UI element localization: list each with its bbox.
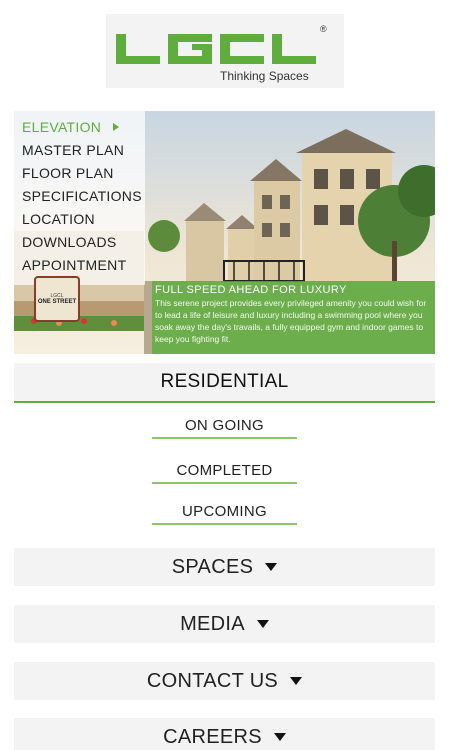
caret-down-icon bbox=[273, 733, 286, 741]
project-badge: LGCL ONE STREET bbox=[34, 276, 80, 322]
menu-item-label: ELEVATION bbox=[22, 118, 102, 135]
hero-caption: FULL SPEED AHEAD FOR LUXURY This serene … bbox=[152, 281, 435, 354]
menu-item-location[interactable]: LOCATION bbox=[14, 207, 145, 230]
logo-mark: ® Thinking Spaces bbox=[116, 24, 327, 83]
section-label: CONTACT US bbox=[146, 669, 279, 692]
hero-caption-body: This serene project provides every privi… bbox=[155, 298, 427, 344]
section-label: MEDIA bbox=[180, 612, 245, 635]
menu-item-label: DOWNLOADS bbox=[22, 233, 117, 250]
residential-heading[interactable]: RESIDENTIAL bbox=[14, 363, 435, 403]
caret-down-icon bbox=[265, 563, 278, 571]
logo[interactable]: ® Thinking Spaces bbox=[106, 14, 344, 88]
section-label: SPACES bbox=[171, 555, 254, 578]
arrow-right-icon bbox=[113, 122, 120, 131]
menu-item-master-plan[interactable]: MASTER PLAN bbox=[14, 138, 145, 161]
hero-caption-title: FULL SPEED AHEAD FOR LUXURY bbox=[155, 284, 347, 296]
menu-item-label: SPECIFICATIONS bbox=[22, 187, 142, 204]
registered-mark: ® bbox=[320, 24, 327, 34]
menu-item-label: APPOINTMENT bbox=[22, 256, 127, 273]
caret-down-icon bbox=[290, 677, 303, 685]
project-menu: ELEVATION MASTER PLAN FLOOR PLAN SPECIFI… bbox=[14, 111, 145, 285]
menu-item-label: MASTER PLAN bbox=[22, 141, 125, 158]
menu-item-specifications[interactable]: SPECIFICATIONS bbox=[14, 184, 145, 207]
menu-item-floor-plan[interactable]: FLOOR PLAN bbox=[14, 161, 145, 184]
link-on-going[interactable]: ON GOING bbox=[152, 413, 297, 439]
logo-tagline: Thinking Spaces bbox=[220, 69, 309, 83]
menu-item-label: FLOOR PLAN bbox=[22, 164, 114, 181]
section-label: CAREERS bbox=[163, 725, 262, 748]
menu-item-appointment[interactable]: APPOINTMENT bbox=[14, 253, 145, 276]
section-contact-us[interactable]: CONTACT US bbox=[14, 662, 435, 700]
section-media[interactable]: MEDIA bbox=[14, 605, 435, 643]
menu-item-label: LOCATION bbox=[22, 210, 95, 227]
hero-banner: ELEVATION MASTER PLAN FLOOR PLAN SPECIFI… bbox=[14, 111, 435, 354]
link-upcoming[interactable]: UPCOMING bbox=[152, 499, 297, 525]
menu-item-elevation[interactable]: ELEVATION bbox=[14, 115, 145, 138]
section-spaces[interactable]: SPACES bbox=[14, 548, 435, 586]
link-completed[interactable]: COMPLETED bbox=[152, 458, 297, 484]
menu-item-downloads[interactable]: DOWNLOADS bbox=[14, 230, 145, 253]
badge-project-name: ONE STREET bbox=[37, 298, 77, 305]
caret-down-icon bbox=[256, 620, 269, 628]
section-careers[interactable]: CAREERS bbox=[14, 718, 435, 750]
